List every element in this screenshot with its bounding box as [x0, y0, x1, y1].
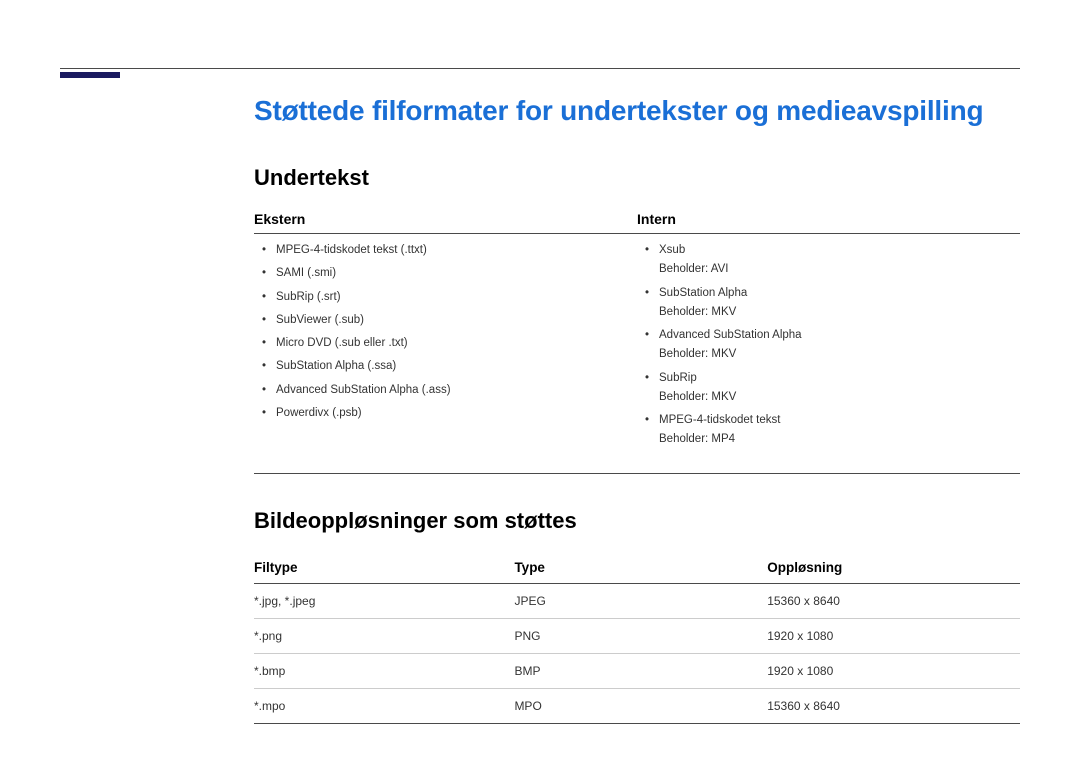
- section-marker-bar: [60, 72, 120, 78]
- cell-type: BMP: [514, 653, 767, 688]
- cell-type: JPEG: [514, 583, 767, 618]
- list-item-label: SubStation Alpha (.ssa): [276, 360, 396, 372]
- list-item-label: SubRip (.srt): [276, 291, 341, 303]
- list-item: Advanced SubStation Alpha Beholder: MKV: [659, 327, 1020, 364]
- list-item-container: Beholder: AVI: [659, 261, 1020, 278]
- cell-resolution: 1920 x 1080: [767, 653, 1020, 688]
- top-horizontal-rule: [60, 68, 1020, 69]
- th-type: Type: [514, 554, 767, 584]
- external-header: Ekstern: [254, 211, 637, 233]
- list-item-label: SAMI (.smi): [276, 267, 336, 279]
- th-resolution: Oppløsning: [767, 554, 1020, 584]
- section-heading-subtitles: Undertekst: [254, 165, 1020, 191]
- content-area: Støttede filformater for undertekster og…: [254, 95, 1020, 724]
- list-item-label: MPEG-4-tidskodet tekst: [659, 414, 780, 426]
- external-header-rule: [254, 233, 637, 234]
- internal-column: Intern Xsub Beholder: AVI SubStation Alp…: [637, 211, 1020, 455]
- list-item: SubStation Alpha (.ssa): [276, 358, 637, 375]
- internal-header: Intern: [637, 211, 1020, 233]
- cell-filetype: *.jpg, *.jpeg: [254, 583, 514, 618]
- list-item-label: Advanced SubStation Alpha: [659, 329, 802, 341]
- list-item-label: SubStation Alpha: [659, 287, 747, 299]
- table-row: *.jpg, *.jpeg JPEG 15360 x 8640: [254, 583, 1020, 618]
- cell-resolution: 15360 x 8640: [767, 583, 1020, 618]
- cell-filetype: *.bmp: [254, 653, 514, 688]
- list-item-label: MPEG-4-tidskodet tekst (.ttxt): [276, 244, 427, 256]
- internal-list: Xsub Beholder: AVI SubStation Alpha Beho…: [637, 242, 1020, 449]
- list-item: MPEG-4-tidskodet tekst Beholder: MP4: [659, 412, 1020, 449]
- external-list: MPEG-4-tidskodet tekst (.ttxt) SAMI (.sm…: [254, 242, 637, 422]
- list-item: SubRip (.srt): [276, 289, 637, 306]
- list-item-container: Beholder: MKV: [659, 304, 1020, 321]
- th-filetype: Filtype: [254, 554, 514, 584]
- cell-type: MPO: [514, 688, 767, 723]
- list-item: Powerdivx (.psb): [276, 405, 637, 422]
- list-item-label: SubRip: [659, 372, 697, 384]
- table-row: *.mpo MPO 15360 x 8640: [254, 688, 1020, 723]
- external-column: Ekstern MPEG-4-tidskodet tekst (.ttxt) S…: [254, 211, 637, 455]
- resolution-table: Filtype Type Oppløsning *.jpg, *.jpeg JP…: [254, 554, 1020, 724]
- list-item: SubViewer (.sub): [276, 312, 637, 329]
- list-item-label: Advanced SubStation Alpha (.ass): [276, 384, 451, 396]
- list-item-label: SubViewer (.sub): [276, 314, 364, 326]
- list-item: SubStation Alpha Beholder: MKV: [659, 285, 1020, 322]
- cell-resolution: 15360 x 8640: [767, 688, 1020, 723]
- list-item-label: Xsub: [659, 244, 685, 256]
- section-end-rule: [254, 473, 1020, 474]
- list-item: Advanced SubStation Alpha (.ass): [276, 382, 637, 399]
- list-item-label: Powerdivx (.psb): [276, 407, 362, 419]
- document-page: Støttede filformater for undertekster og…: [0, 0, 1080, 763]
- table-header-row: Filtype Type Oppløsning: [254, 554, 1020, 584]
- cell-filetype: *.mpo: [254, 688, 514, 723]
- subtitle-columns: Ekstern MPEG-4-tidskodet tekst (.ttxt) S…: [254, 211, 1020, 455]
- list-item-container: Beholder: MKV: [659, 346, 1020, 363]
- internal-header-rule: [637, 233, 1020, 234]
- list-item: Xsub Beholder: AVI: [659, 242, 1020, 279]
- section-heading-resolutions: Bildeoppløsninger som støttes: [254, 508, 1020, 534]
- list-item-label: Micro DVD (.sub eller .txt): [276, 337, 408, 349]
- list-item-container: Beholder: MP4: [659, 431, 1020, 448]
- list-item-container: Beholder: MKV: [659, 389, 1020, 406]
- cell-filetype: *.png: [254, 618, 514, 653]
- cell-resolution: 1920 x 1080: [767, 618, 1020, 653]
- cell-type: PNG: [514, 618, 767, 653]
- list-item: SubRip Beholder: MKV: [659, 370, 1020, 407]
- table-row: *.png PNG 1920 x 1080: [254, 618, 1020, 653]
- page-title: Støttede filformater for undertekster og…: [254, 95, 1020, 127]
- list-item: MPEG-4-tidskodet tekst (.ttxt): [276, 242, 637, 259]
- list-item: SAMI (.smi): [276, 265, 637, 282]
- table-row: *.bmp BMP 1920 x 1080: [254, 653, 1020, 688]
- list-item: Micro DVD (.sub eller .txt): [276, 335, 637, 352]
